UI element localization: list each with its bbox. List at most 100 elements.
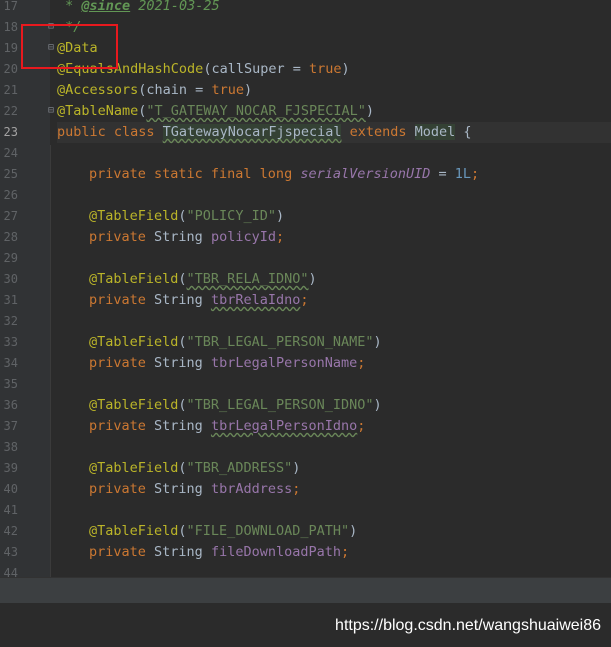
indent-guide xyxy=(50,145,51,577)
line-number: 19 xyxy=(3,41,18,55)
field-name: fileDownloadPath xyxy=(210,544,341,560)
code-line[interactable]: private String tbrAddress; xyxy=(57,479,611,500)
line-number: 28 xyxy=(3,230,18,244)
field-name: tbrLegalPersonName xyxy=(210,355,358,371)
string-literal: "TBR_LEGAL_PERSON_IDNO" xyxy=(186,397,374,413)
keyword: private xyxy=(89,229,155,245)
line-number: 35 xyxy=(3,377,18,391)
semicolon: ; xyxy=(357,355,366,371)
keyword: true xyxy=(211,82,244,98)
keyword: private xyxy=(89,481,155,497)
line-number: 32 xyxy=(3,314,18,328)
line-number-current: 23 xyxy=(3,125,18,139)
code-line[interactable]: @Data xyxy=(57,38,611,59)
code-text: ) xyxy=(308,271,317,287)
code-line[interactable]: @TableField("FILE_DOWNLOAD_PATH") xyxy=(57,521,611,542)
semicolon: ; xyxy=(357,418,366,434)
code-line[interactable]: private String tbrRelaIdno; xyxy=(57,290,611,311)
code-text: ) xyxy=(373,397,382,413)
type-name: String xyxy=(154,292,211,308)
semicolon: ; xyxy=(292,481,301,497)
line-number: 30 xyxy=(3,272,18,286)
line-number: 24 xyxy=(3,146,18,160)
line-number: 41 xyxy=(3,503,18,517)
code-line[interactable]: @Accessors(chain = true) xyxy=(57,80,611,101)
code-line[interactable]: private String fileDownloadPath; xyxy=(57,542,611,563)
annotation: @TableField xyxy=(89,334,179,350)
field-name: policyId xyxy=(210,229,276,245)
semicolon: ; xyxy=(300,292,309,308)
type-name: String xyxy=(154,355,211,371)
type-name: String xyxy=(154,229,211,245)
line-number: 26 xyxy=(3,188,18,202)
keyword: true xyxy=(308,61,342,77)
field-name: tbrRelaIdno xyxy=(210,292,301,308)
code-line[interactable]: @TableName("T_GATEWAY_NOCAR_FJSPECIAL") xyxy=(57,101,611,122)
type-name: String xyxy=(154,544,211,560)
line-number: 27 xyxy=(3,209,18,223)
code-text: ( xyxy=(178,460,187,476)
code-line[interactable]: private String tbrLegalPersonIdno; xyxy=(57,416,611,437)
bottom-tool-panel[interactable] xyxy=(0,577,611,603)
annotation: @TableField xyxy=(89,523,179,539)
code-line-current[interactable]: public class TGatewayNocarFjspecial exte… xyxy=(57,122,611,143)
code-text: (callSuper = xyxy=(203,61,309,77)
line-number: 29 xyxy=(3,251,18,265)
line-number: 31 xyxy=(3,293,18,307)
line-number: 25 xyxy=(3,167,18,181)
keyword: public class xyxy=(57,124,163,140)
doc-comment: * xyxy=(57,0,82,14)
code-text: ( xyxy=(178,523,187,539)
type-name: String xyxy=(154,418,211,434)
line-number: 42 xyxy=(3,524,18,538)
line-number: 43 xyxy=(3,545,18,559)
doc-comment-text: 2021-03-25 xyxy=(130,0,220,14)
code-text: ) xyxy=(243,82,253,98)
line-number: 39 xyxy=(3,461,18,475)
annotation: @TableName xyxy=(57,103,139,119)
string-literal: "T_GATEWAY_NOCAR_FJSPECIAL" xyxy=(146,103,366,119)
fold-end-icon[interactable]: ⊟ xyxy=(46,106,56,116)
line-number: 34 xyxy=(3,356,18,370)
field-name: tbrAddress xyxy=(210,481,293,497)
string-literal: "FILE_DOWNLOAD_PATH" xyxy=(186,523,350,539)
keyword: private static final long xyxy=(89,166,301,182)
annotation-highlight-box xyxy=(21,24,118,69)
semicolon: ; xyxy=(275,229,285,245)
code-line[interactable]: private static final long serialVersionU… xyxy=(57,164,611,185)
code-line[interactable]: @TableField("TBR_LEGAL_PERSON_NAME") xyxy=(57,332,611,353)
string-literal: "TBR_RELA_IDNO" xyxy=(186,271,309,287)
line-number: 20 xyxy=(3,62,18,76)
code-line[interactable]: private String tbrLegalPersonName; xyxy=(57,353,611,374)
code-line[interactable]: * @since 2021-03-25 xyxy=(57,0,611,17)
code-text: { xyxy=(455,124,472,140)
code-text: ) xyxy=(373,334,382,350)
line-number: 40 xyxy=(3,482,18,496)
doc-tag: @since xyxy=(81,0,131,14)
code-text: ( xyxy=(178,334,187,350)
code-text: ( xyxy=(178,208,187,224)
code-text: ) xyxy=(275,208,285,224)
line-number: 33 xyxy=(3,335,18,349)
string-literal: "TBR_ADDRESS" xyxy=(186,460,293,476)
code-line[interactable]: @EqualsAndHashCode(callSuper = true) xyxy=(57,59,611,80)
superclass-name: Model xyxy=(414,124,456,140)
code-line[interactable]: @TableField("TBR_RELA_IDNO") xyxy=(57,269,611,290)
watermark-url: https://blog.csdn.net/wangshuaiwei86 xyxy=(335,617,601,634)
field-name: tbrLegalPersonIdno xyxy=(210,418,358,434)
code-editor[interactable]: 17 * @since 2021-03-25 18 ⊟ */ 19 ⊟ @Dat… xyxy=(0,0,611,580)
code-line[interactable]: @TableField("TBR_LEGAL_PERSON_IDNO") xyxy=(57,395,611,416)
code-line[interactable]: private String policyId; xyxy=(57,227,611,248)
line-number: 37 xyxy=(3,419,18,433)
keyword: private xyxy=(89,544,155,560)
number-literal: 1L xyxy=(454,166,472,182)
code-line[interactable]: */ xyxy=(57,17,611,38)
code-line[interactable]: @TableField("TBR_ADDRESS") xyxy=(57,458,611,479)
code-line[interactable]: @TableField("POLICY_ID") xyxy=(57,206,611,227)
annotation: @TableField xyxy=(89,460,179,476)
class-name: TGatewayNocarFjspecial xyxy=(162,124,342,140)
line-number: 18 xyxy=(3,20,18,34)
annotation: @TableField xyxy=(89,271,179,287)
annotation: @TableField xyxy=(89,208,179,224)
code-text: ) xyxy=(349,523,358,539)
